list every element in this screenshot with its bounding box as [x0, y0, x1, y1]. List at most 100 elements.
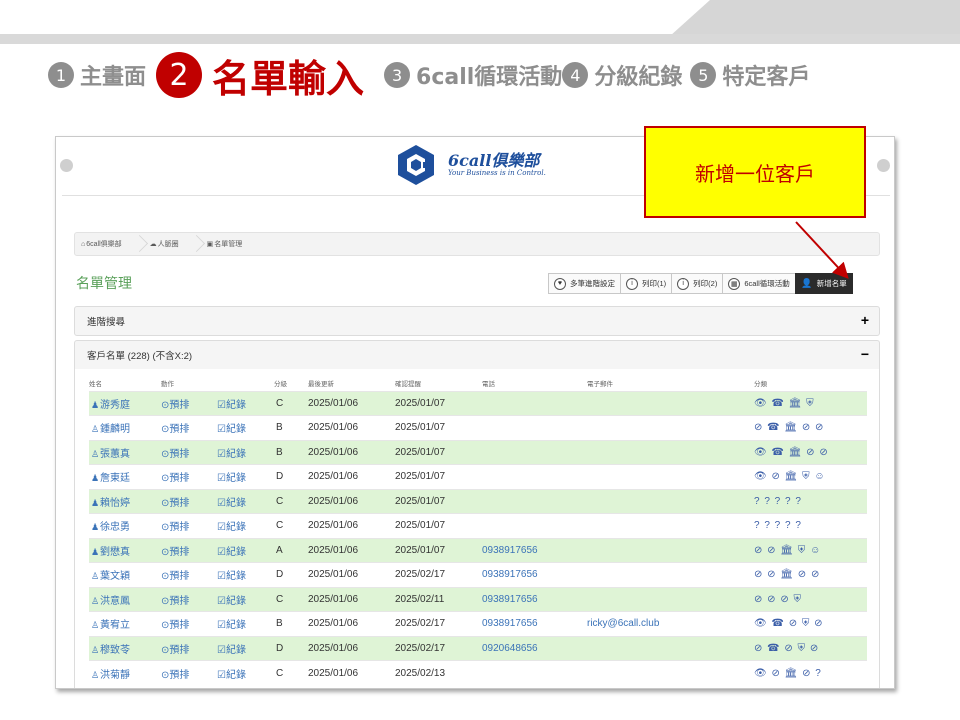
- schedule-link[interactable]: ⊙預排: [161, 611, 217, 636]
- customer-name-link[interactable]: ♟游秀庭: [89, 390, 161, 416]
- phone-link[interactable]: 0938917656: [482, 586, 587, 612]
- schedule-link[interactable]: ⊙預排: [161, 439, 217, 465]
- phone-link[interactable]: 0920648656: [482, 635, 587, 661]
- col-reminder[interactable]: 確認提醒: [395, 375, 482, 391]
- category-icons[interactable]: ⊘ ☎ 🏛 ⊘ ⊘: [754, 415, 867, 440]
- schedule-link[interactable]: ⊙預排: [161, 464, 217, 489]
- multi-settings-button[interactable]: ♥ 多筆進階設定: [548, 273, 621, 294]
- app-logo[interactable]: 6call俱樂部 Your Business is in Control.: [396, 143, 546, 187]
- category-icons[interactable]: ⊘ ⊘ 🏛 ⊘ ⊘: [754, 562, 867, 587]
- record-link[interactable]: ☑紀錄: [217, 537, 274, 563]
- print-1-button[interactable]: i 列印(1): [620, 273, 673, 294]
- category-icons[interactable]: 👁 ⊘ 🏛 ⊘ ?: [754, 660, 867, 685]
- table-row[interactable]: ♙洪菊靜 ⊙預排 ☑紀錄 C 2025/01/06 2025/02/13 👁 ⊘ 🏛 ⊘ ?: [89, 660, 867, 685]
- table-row[interactable]: ♟游秀庭 ⊙預排 ☑紀錄 C 2025/01/06 2025/01/07 👁 ☎ 🏛 ⛨: [89, 390, 867, 416]
- table-row[interactable]: ♟劉懋真 ⊙預排 ☑紀錄 A 2025/01/06 2025/01/07 093891765…: [89, 537, 867, 563]
- email-link[interactable]: [587, 464, 754, 489]
- phone-link[interactable]: [482, 390, 587, 416]
- schedule-link[interactable]: ⊙預排: [161, 537, 217, 563]
- print-2-button[interactable]: i 列印(2): [671, 273, 724, 294]
- email-link[interactable]: ricky@6call.club: [587, 611, 754, 636]
- record-link[interactable]: ☑紀錄: [217, 660, 274, 685]
- email-link[interactable]: [587, 635, 754, 661]
- customer-name-link[interactable]: ♙張蕙真: [89, 439, 161, 465]
- email-link[interactable]: [587, 439, 754, 465]
- category-icons[interactable]: 👁 ☎ ⊘ ⛨ ⊘: [754, 611, 867, 636]
- category-icons[interactable]: ⊘ ⊘ ⊘ ⛨: [754, 586, 867, 612]
- category-icons[interactable]: 👁 ☎ 🏛 ⛨: [754, 390, 867, 416]
- cycle-activity-button[interactable]: ▦ 6call循環活動: [722, 273, 796, 294]
- breadcrumb-home[interactable]: ⌂ 6call俱樂部: [81, 239, 122, 249]
- table-row[interactable]: ♙黃宥立 ⊙預排 ☑紀錄 B 2025/01/06 2025/02/17 093891765…: [89, 611, 867, 636]
- record-link[interactable]: ☑紀錄: [217, 513, 274, 538]
- col-last-updated[interactable]: 最後更新: [308, 375, 395, 391]
- record-link[interactable]: ☑紀錄: [217, 488, 274, 514]
- phone-link[interactable]: [482, 488, 587, 514]
- schedule-link[interactable]: ⊙預排: [161, 488, 217, 514]
- breadcrumb-network[interactable]: ☁ 人脈圈: [150, 239, 179, 249]
- record-link[interactable]: ☑紀錄: [217, 390, 274, 416]
- phone-link[interactable]: [482, 415, 587, 440]
- schedule-link[interactable]: ⊙預排: [161, 513, 217, 538]
- email-link[interactable]: [587, 488, 754, 514]
- category-icons[interactable]: 👁 ⊘ 🏛 ⛨ ☺: [754, 464, 867, 489]
- schedule-link[interactable]: ⊙預排: [161, 390, 217, 416]
- schedule-link[interactable]: ⊙預排: [161, 635, 217, 661]
- category-icons[interactable]: 👁 ☎ 🏛 ⊘ ⊘: [754, 439, 867, 465]
- phone-link[interactable]: [482, 439, 587, 465]
- record-link[interactable]: ☑紀錄: [217, 611, 274, 636]
- customer-name-link[interactable]: ♙葉文穎: [89, 562, 161, 587]
- col-phone[interactable]: 電話: [482, 375, 587, 391]
- customer-name-link[interactable]: ♟賴怡婷: [89, 488, 161, 514]
- customer-name-link[interactable]: ♙洪意鳳: [89, 586, 161, 612]
- record-link[interactable]: ☑紀錄: [217, 586, 274, 612]
- customer-name-link[interactable]: ♟詹東廷: [89, 464, 161, 489]
- phone-link[interactable]: 0938917656: [482, 537, 587, 563]
- email-link[interactable]: [587, 537, 754, 563]
- record-link[interactable]: ☑紀錄: [217, 562, 274, 587]
- email-link[interactable]: [587, 586, 754, 612]
- advanced-search-panel[interactable]: 進階搜尋 +: [74, 306, 880, 336]
- left-toggle-icon[interactable]: [60, 159, 73, 172]
- category-icons[interactable]: ? ? ? ? ?: [754, 513, 867, 538]
- phone-link[interactable]: 0938917656: [482, 611, 587, 636]
- schedule-link[interactable]: ⊙預排: [161, 415, 217, 440]
- category-icons[interactable]: ⊘ ⊘ 🏛 ⛨ ☺: [754, 537, 867, 563]
- collapse-icon[interactable]: −: [861, 346, 869, 362]
- record-link[interactable]: ☑紀錄: [217, 464, 274, 489]
- col-category[interactable]: 分類: [754, 375, 867, 391]
- table-row[interactable]: ♟徐忠勇 ⊙預排 ☑紀錄 C 2025/01/06 2025/01/07? ? ? ? ?: [89, 513, 867, 538]
- col-email[interactable]: 電子郵件: [587, 375, 754, 391]
- table-row[interactable]: ♟詹東廷 ⊙預排 ☑紀錄 D 2025/01/06 2025/01/07 👁 ⊘ 🏛 ⛨ ☺: [89, 464, 867, 489]
- breadcrumb-list[interactable]: ▣ 名單管理: [207, 239, 243, 249]
- customer-name-link[interactable]: ♙鍾麟明: [89, 415, 161, 440]
- category-icons[interactable]: ⊘ ☎ ⊘ ⛨ ⊘: [754, 635, 867, 661]
- table-row[interactable]: ♙穆致苓 ⊙預排 ☑紀錄 D 2025/01/06 2025/02/17 092064865…: [89, 635, 867, 661]
- table-row[interactable]: ♙洪意鳳 ⊙預排 ☑紀錄 C 2025/01/06 2025/02/11 093891765…: [89, 586, 867, 612]
- expand-icon[interactable]: +: [861, 312, 869, 328]
- table-row[interactable]: ♙鍾麟明 ⊙預排 ☑紀錄 B 2025/01/06 2025/01/07 ⊘ ☎ 🏛 ⊘ ⊘: [89, 415, 867, 440]
- email-link[interactable]: [587, 513, 754, 538]
- email-link[interactable]: [587, 660, 754, 685]
- schedule-link[interactable]: ⊙預排: [161, 586, 217, 612]
- phone-link[interactable]: [482, 464, 587, 489]
- schedule-link[interactable]: ⊙預排: [161, 562, 217, 587]
- customer-name-link[interactable]: ♙穆致苓: [89, 635, 161, 661]
- record-link[interactable]: ☑紀錄: [217, 439, 274, 465]
- customer-name-link[interactable]: ♟劉懋真: [89, 537, 161, 563]
- record-link[interactable]: ☑紀錄: [217, 415, 274, 440]
- customer-name-link[interactable]: ♟徐忠勇: [89, 513, 161, 538]
- col-name[interactable]: 姓名: [89, 375, 161, 391]
- table-row[interactable]: ♟賴怡婷 ⊙預排 ☑紀錄 C 2025/01/06 2025/01/07? ? ? ? ?: [89, 488, 867, 514]
- email-link[interactable]: [587, 415, 754, 440]
- schedule-link[interactable]: ⊙預排: [161, 660, 217, 685]
- table-row[interactable]: ♙葉文穎 ⊙預排 ☑紀錄 D 2025/01/06 2025/02/17 093891765…: [89, 562, 867, 587]
- add-list-button[interactable]: 👤 新增名單: [794, 273, 853, 294]
- record-link[interactable]: ☑紀錄: [217, 635, 274, 661]
- customer-name-link[interactable]: ♙黃宥立: [89, 611, 161, 636]
- table-row[interactable]: ♙張蕙真 ⊙預排 ☑紀錄 B 2025/01/06 2025/01/07 👁 ☎ 🏛 ⊘ ⊘: [89, 439, 867, 465]
- category-icons[interactable]: ? ? ? ? ?: [754, 488, 867, 514]
- col-grade[interactable]: 分級: [274, 375, 308, 391]
- phone-link[interactable]: [482, 660, 587, 685]
- email-link[interactable]: [587, 390, 754, 416]
